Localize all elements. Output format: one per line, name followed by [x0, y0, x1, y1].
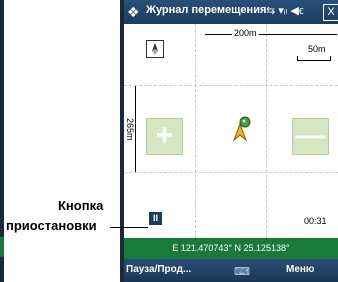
map-view[interactable]: 200m 50m 265m + — II 00:31	[124, 24, 338, 238]
scale-bar	[297, 56, 331, 61]
current-position-icon	[230, 114, 254, 142]
keyboard-icon[interactable]: ⌨	[234, 265, 250, 278]
scale-label: 50m	[308, 44, 326, 54]
plus-icon: +	[155, 119, 174, 152]
title-bar: ❖ Журнал перемещения ⇆ ▾ᵢₗ ◀ϵ X	[124, 0, 338, 24]
pause-icon: II	[152, 213, 158, 223]
menu-softkey[interactable]: Меню	[286, 264, 314, 275]
callout-leader-line	[110, 227, 148, 228]
horizontal-distance-label: 200m	[232, 28, 259, 38]
zoom-out-button[interactable]: —	[292, 118, 329, 155]
horizontal-distance-line	[205, 34, 337, 35]
grid-line	[124, 85, 338, 86]
neighbor-device-band	[0, 237, 4, 257]
vertical-distance-label: 265m	[125, 116, 135, 143]
callout-label-line2: приостановки	[6, 218, 97, 233]
zoom-in-button[interactable]: +	[146, 118, 183, 155]
pause-button[interactable]: II	[149, 212, 162, 225]
window-title: Журнал перемещения	[146, 4, 267, 16]
close-button[interactable]: X	[323, 4, 338, 21]
grid-line	[195, 24, 196, 238]
elapsed-timer: 00:31	[304, 216, 327, 226]
vertical-distance-line	[135, 86, 136, 172]
grid-line	[266, 24, 267, 238]
pause-resume-softkey[interactable]: Пауза/Прод...	[126, 264, 191, 275]
grid-line	[124, 172, 338, 173]
softkey-bar: Пауза/Прод... ⌨ Меню	[124, 259, 338, 282]
compass-icon	[146, 40, 164, 58]
coordinates-bar: E 121.470743° N 25.125138°	[124, 238, 338, 259]
windows-start-icon[interactable]: ❖	[127, 4, 143, 20]
status-icons: ⇆ ▾ᵢₗ ◀ϵ	[266, 5, 304, 17]
callout-label-line1: Кнопка	[58, 198, 104, 213]
minus-icon: —	[295, 119, 326, 152]
